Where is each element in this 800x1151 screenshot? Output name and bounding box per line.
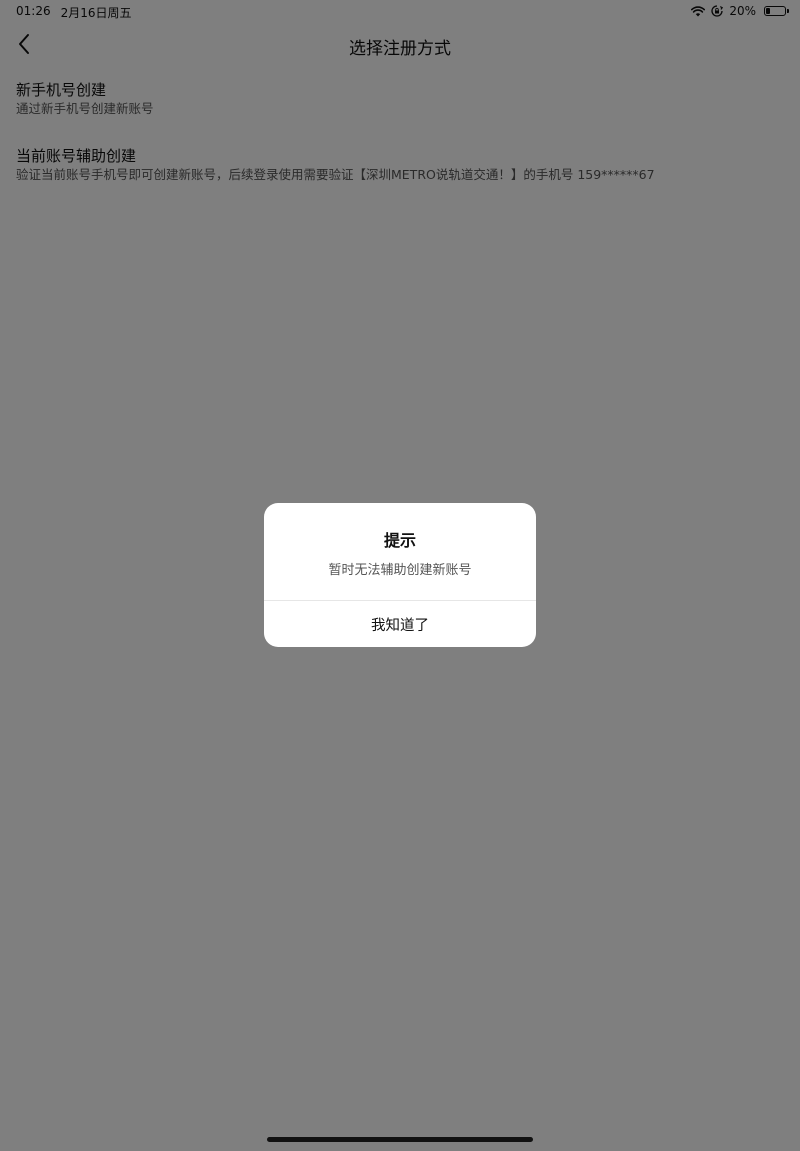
confirm-button[interactable]: 我知道了 — [264, 601, 536, 647]
alert-dialog: 提示 暂时无法辅助创建新账号 我知道了 — [264, 503, 536, 647]
dialog-title: 提示 — [383, 531, 416, 550]
dialog-message: 暂时无法辅助创建新账号 — [328, 563, 472, 578]
home-indicator[interactable] — [267, 1137, 533, 1142]
